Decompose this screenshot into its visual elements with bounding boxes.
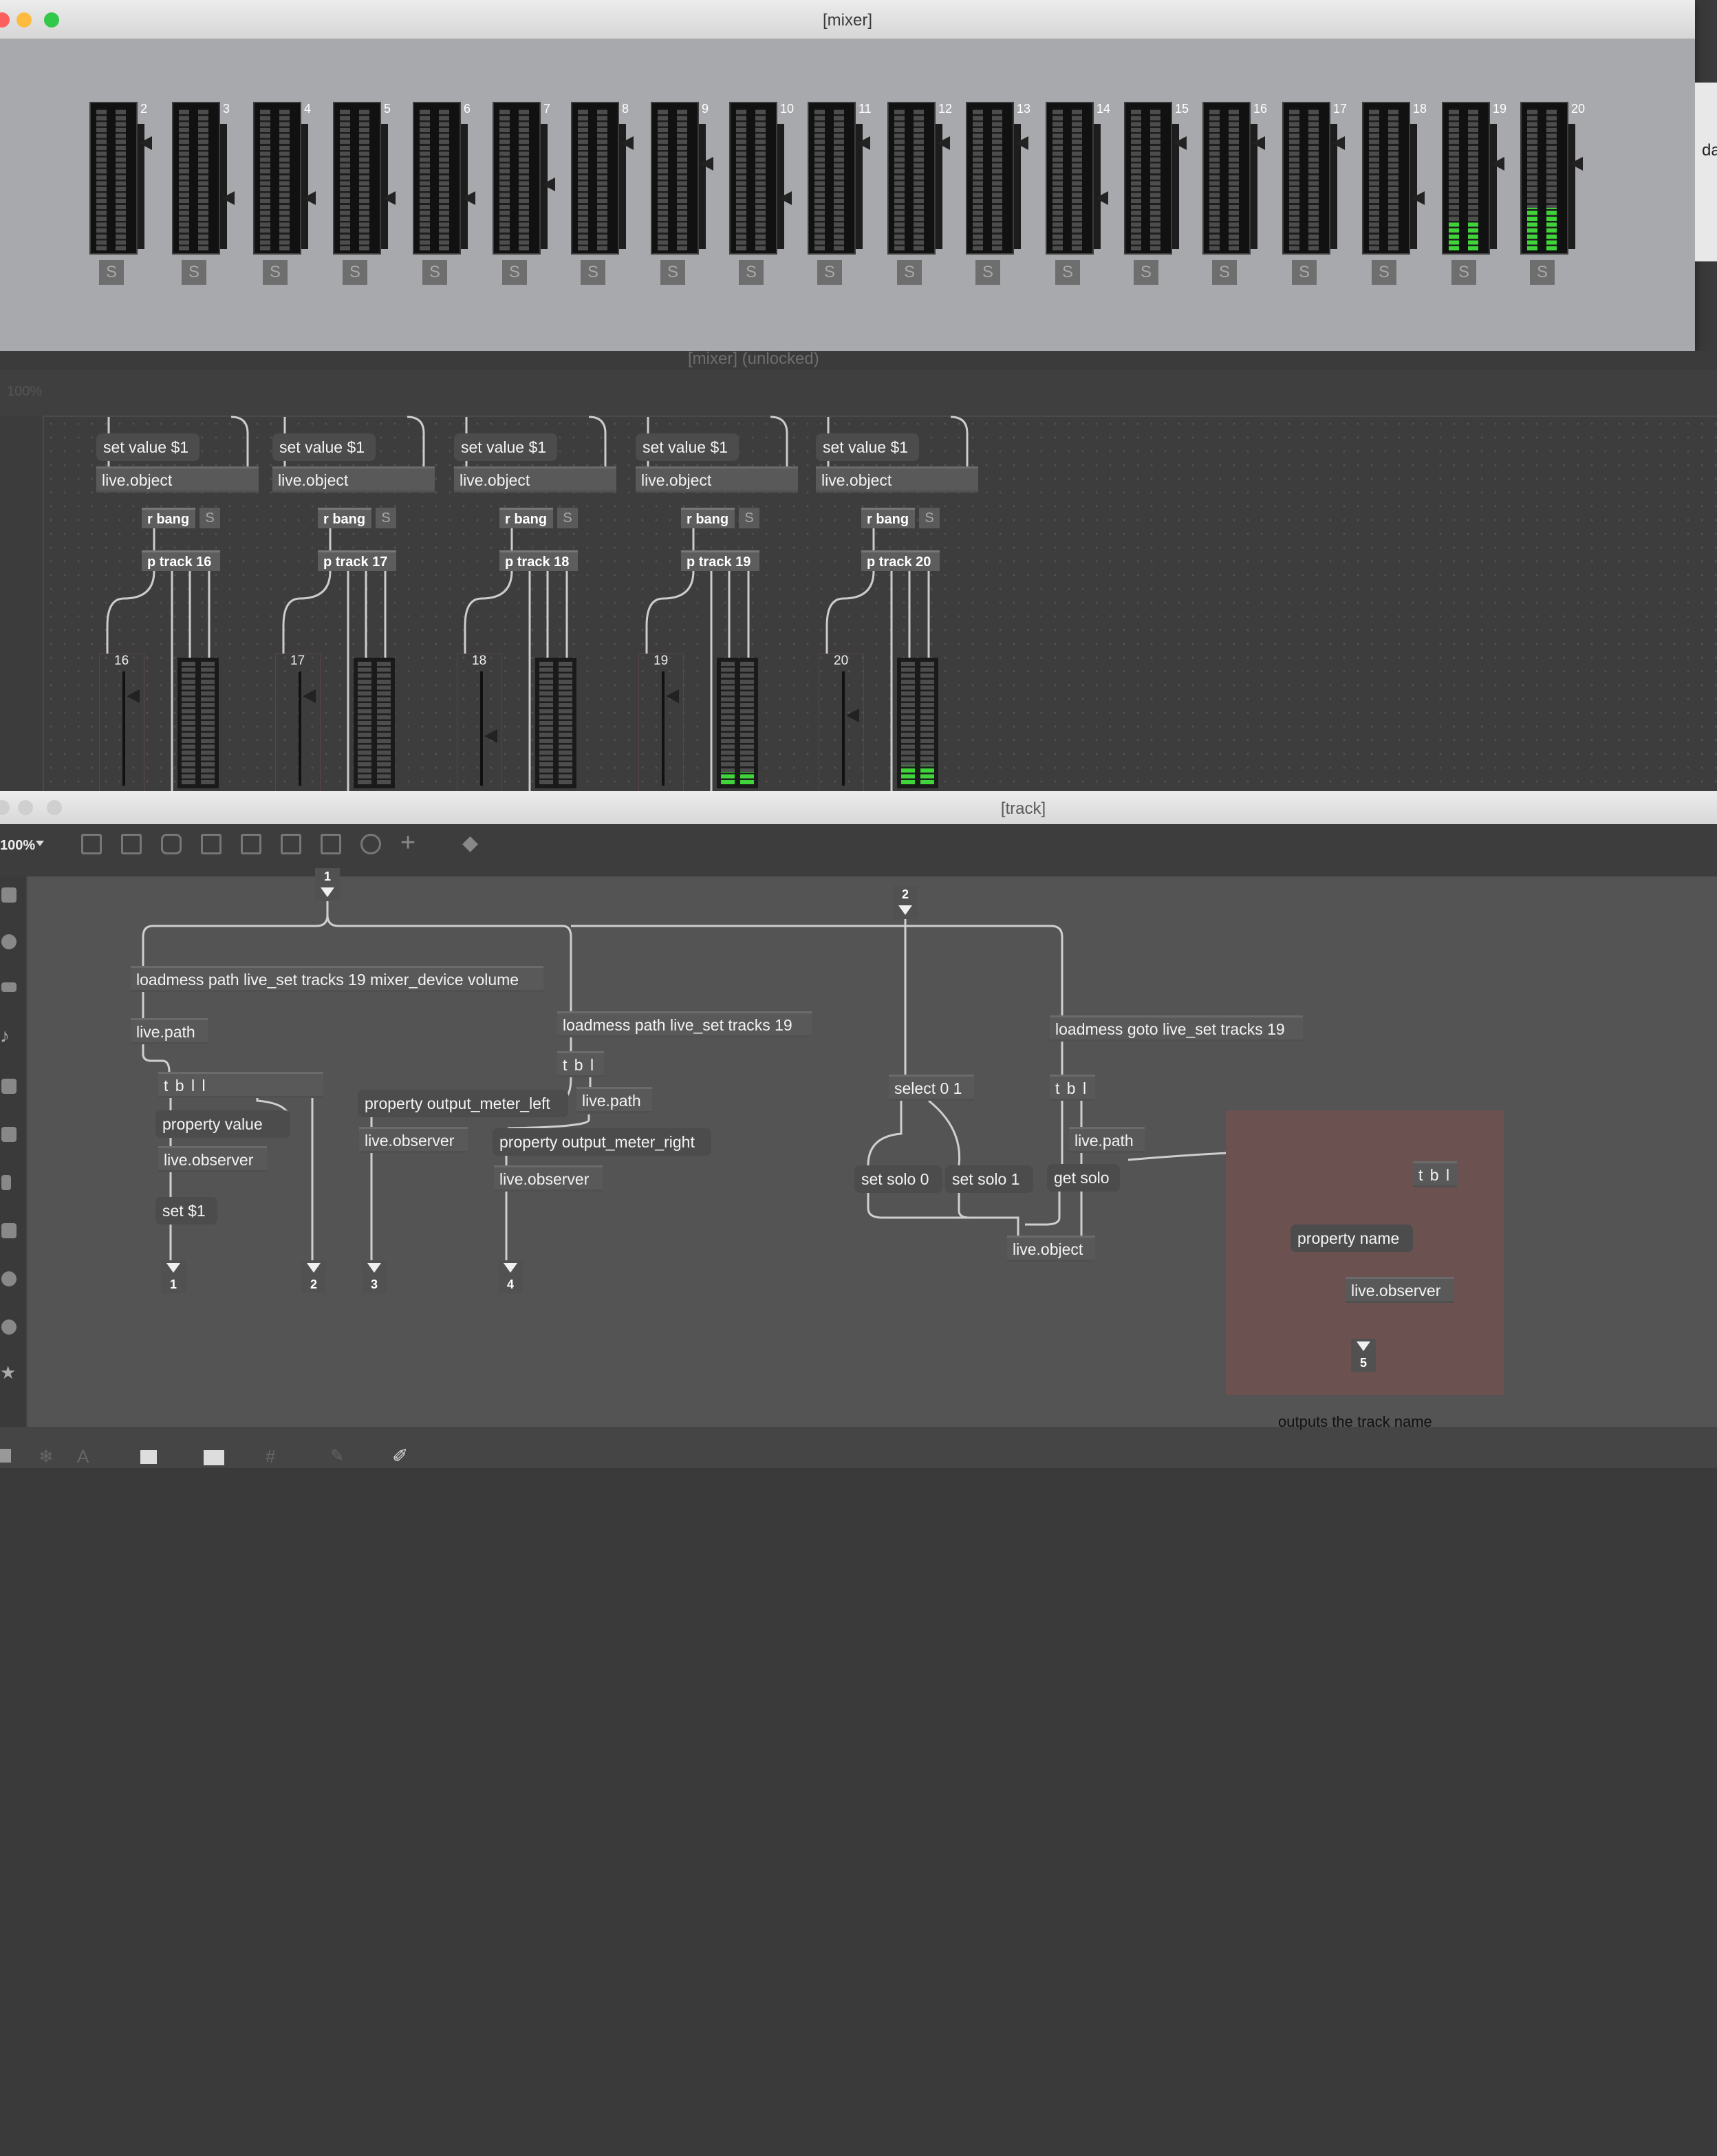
property-meter-left-message[interactable]: property output_meter_left (358, 1090, 568, 1117)
track-name-comment: outputs the track name (1278, 1413, 1432, 1430)
live-path-meters[interactable]: live.path (576, 1087, 652, 1113)
trigger-tbl-name[interactable]: t b l (1413, 1161, 1457, 1187)
select-0-1[interactable]: select 0 1 (889, 1075, 974, 1101)
live-observer-right[interactable]: live.observer (494, 1165, 603, 1192)
loadmess-goto[interactable]: loadmess goto live_set tracks 19 (1050, 1015, 1303, 1042)
get-solo-message[interactable]: get solo (1047, 1164, 1120, 1192)
trigger-tbll[interactable]: t b l l (158, 1072, 323, 1098)
live-object-solo[interactable]: live.object (1007, 1236, 1095, 1262)
live-path-volume[interactable]: live.path (131, 1018, 208, 1044)
trigger-tbl-meters[interactable]: t b l (557, 1051, 604, 1077)
set-value-message[interactable]: set $1 (155, 1197, 217, 1225)
outlet-4[interactable]: 4 (498, 1260, 523, 1293)
loadmess-tracks-path[interactable]: loadmess path live_set tracks 19 (557, 1011, 812, 1037)
inlet-2[interactable]: 2 (893, 886, 918, 919)
loadmess-volume-path[interactable]: loadmess path live_set tracks 19 mixer_d… (131, 966, 543, 992)
live-observer-volume[interactable]: live.observer (158, 1146, 267, 1172)
outlet-2[interactable]: 2 (301, 1260, 326, 1293)
set-solo-0-message[interactable]: set solo 0 (854, 1165, 942, 1193)
track-bottom-bar (0, 2126, 1717, 2156)
outlet-5[interactable]: 5 (1351, 1339, 1376, 1372)
outlet-1[interactable]: 1 (161, 1260, 186, 1293)
live-path-solo[interactable]: live.path (1069, 1127, 1145, 1153)
inlet-1[interactable]: 1 (315, 868, 340, 901)
live-observer-left[interactable]: live.observer (359, 1127, 468, 1153)
trigger-tbl-solo[interactable]: t b l (1050, 1075, 1095, 1101)
property-meter-right-message[interactable]: property output_meter_right (493, 1128, 711, 1156)
set-solo-1-message[interactable]: set solo 1 (945, 1165, 1033, 1193)
live-observer-name[interactable]: live.observer (1346, 1277, 1454, 1303)
property-name-message[interactable]: property name (1291, 1225, 1413, 1252)
outlet-3[interactable]: 3 (362, 1260, 387, 1293)
property-value-message[interactable]: property value (155, 1110, 290, 1138)
